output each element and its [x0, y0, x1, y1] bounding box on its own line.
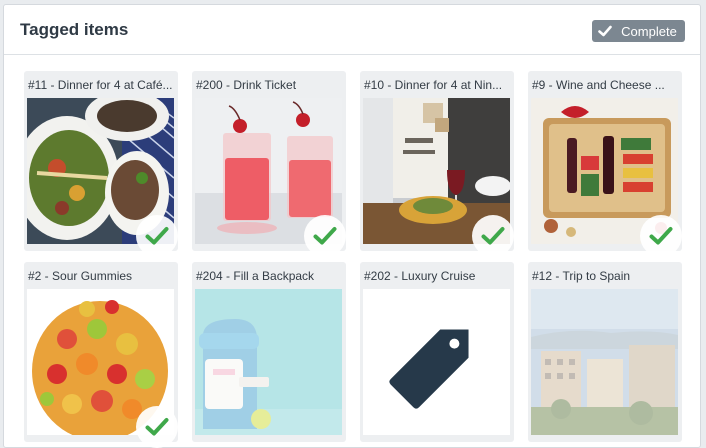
- item-card[interactable]: #9 - Wine and Cheese ...: [528, 71, 682, 257]
- checkmark-icon: [145, 418, 169, 436]
- checkmark-icon: [481, 227, 505, 245]
- item-label: #200 - Drink Ticket: [196, 78, 297, 92]
- item-card[interactable]: #202 - Luxury Cruise: [360, 262, 514, 442]
- checked-badge: [136, 406, 178, 448]
- checkmark-icon: [313, 227, 337, 245]
- tagged-items-panel: Tagged items Complete #11 - Dinner for 4…: [3, 4, 701, 448]
- item-card[interactable]: #2 - Sour Gummies: [24, 262, 178, 448]
- city-skyline-photo: [531, 289, 678, 435]
- checked-badge: [304, 215, 346, 257]
- backpack-photo: [195, 289, 342, 435]
- item-card[interactable]: #200 - Drink Ticket: [192, 71, 346, 257]
- item-image: [531, 289, 678, 435]
- checkmark-icon: [649, 227, 673, 245]
- panel-title: Tagged items: [20, 20, 129, 39]
- item-card[interactable]: #10 - Dinner for 4 at Nin...: [360, 71, 514, 257]
- complete-button-label: Complete: [621, 23, 677, 39]
- item-card[interactable]: #204 - Fill a Backpack: [192, 262, 346, 442]
- checkmark-icon: [598, 25, 612, 37]
- item-label: #11 - Dinner for 4 at Café...: [28, 78, 173, 92]
- item-label: #2 - Sour Gummies: [28, 269, 133, 283]
- item-label: #12 - Trip to Spain: [532, 269, 631, 283]
- item-label: #10 - Dinner for 4 at Nin...: [364, 78, 503, 92]
- checkmark-icon: [145, 227, 169, 245]
- checked-badge: [640, 215, 682, 257]
- tag-icon: [363, 289, 510, 435]
- item-label: #204 - Fill a Backpack: [196, 269, 315, 283]
- item-label: #9 - Wine and Cheese ...: [532, 78, 665, 92]
- item-image: [363, 289, 510, 435]
- item-image: [195, 289, 342, 435]
- item-card[interactable]: #12 - Trip to Spain: [528, 262, 682, 442]
- checked-badge: [136, 215, 178, 257]
- item-card[interactable]: #11 - Dinner for 4 at Café...: [24, 71, 178, 257]
- panel-header: Tagged items Complete: [4, 5, 700, 55]
- item-label: #202 - Luxury Cruise: [364, 269, 476, 283]
- checked-badge: [472, 215, 514, 257]
- complete-button[interactable]: Complete: [592, 20, 685, 42]
